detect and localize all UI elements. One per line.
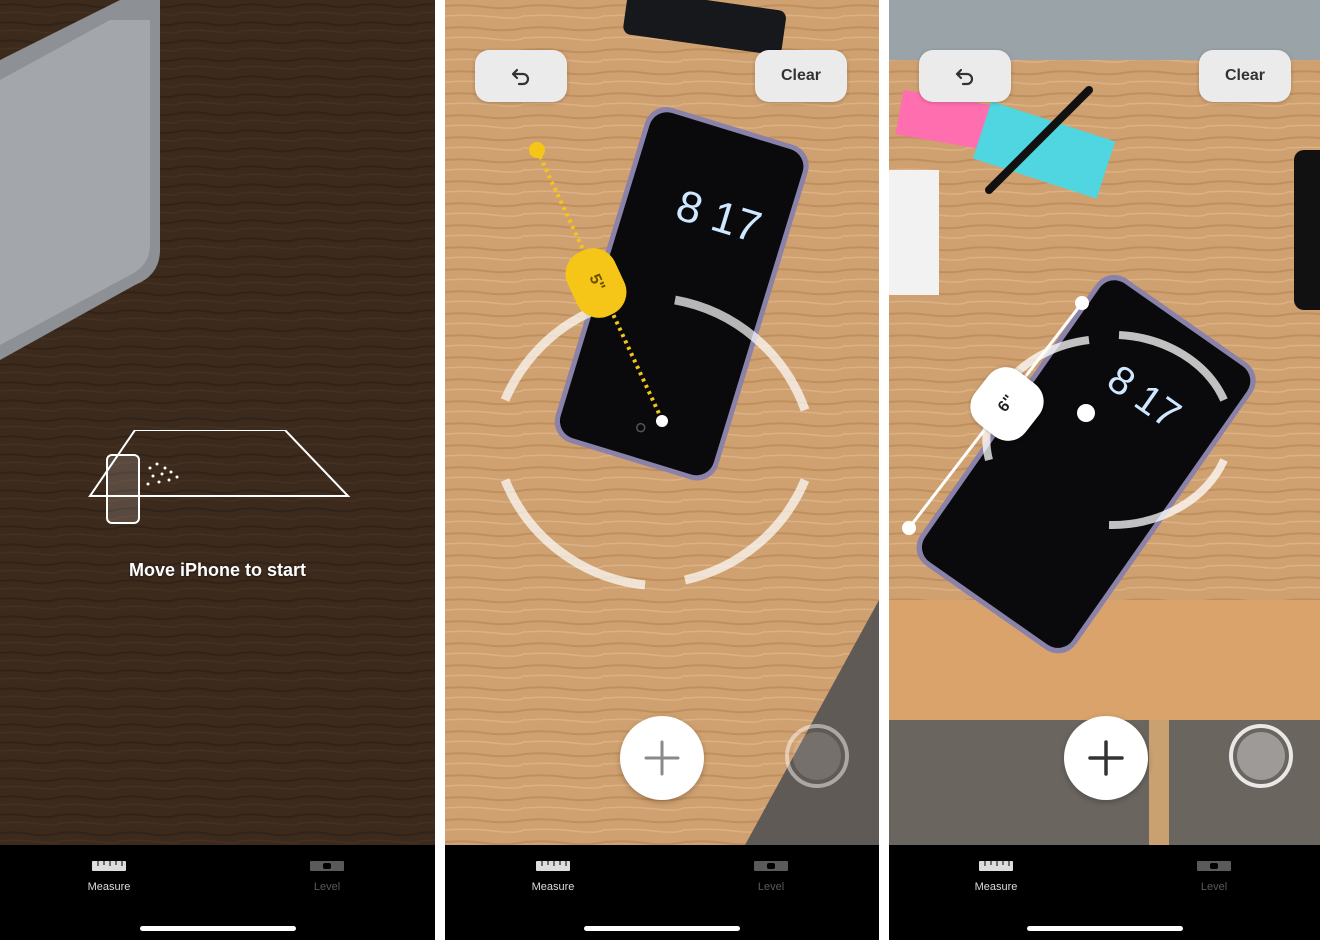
screen-measured: 8 17 6" Clear Measure Level (889, 0, 1320, 940)
iphone-outline-icon (106, 454, 140, 524)
clear-button[interactable]: Clear (1199, 50, 1291, 102)
home-indicator (584, 926, 740, 931)
tab-level[interactable]: Level (726, 861, 816, 895)
tab-level-label: Level (313, 881, 341, 893)
camera-view: 8 17 5" Clear (445, 0, 879, 845)
add-point-button[interactable] (620, 716, 704, 800)
capture-button[interactable] (1229, 724, 1293, 788)
tab-bar: Measure Level (0, 845, 435, 940)
plus-icon (1088, 740, 1124, 776)
tab-measure-label: Measure (87, 881, 131, 893)
level-icon (754, 861, 788, 871)
tab-measure[interactable]: Measure (64, 861, 154, 895)
camera-view: 8 17 6" Clear (889, 0, 1320, 845)
table-edge (889, 600, 1320, 720)
measurement-value: 5" (585, 271, 608, 294)
wood-table-background (0, 0, 435, 845)
tab-measure[interactable]: Measure (508, 861, 598, 895)
level-icon (1197, 861, 1231, 871)
measurement-end-point (656, 415, 668, 427)
tab-level-label: Level (757, 881, 785, 893)
home-indicator (1026, 926, 1183, 931)
screen-measuring: 8 17 5" Clear Measure Level (445, 0, 879, 940)
ruler-icon (92, 861, 126, 871)
undo-button[interactable] (919, 50, 1011, 102)
undo-arrow-icon (955, 68, 974, 86)
measurement-start-point (902, 521, 916, 535)
measurement-start-point (529, 142, 545, 158)
clear-button[interactable]: Clear (755, 50, 847, 102)
notepad (889, 170, 939, 295)
plus-icon (644, 740, 680, 776)
screen-onboarding: Move iPhone to start Measure Level (0, 0, 435, 940)
undo-arrow-icon (511, 68, 530, 86)
ruler-icon (536, 861, 570, 871)
reticle-dot (1077, 404, 1095, 422)
ruler-icon (979, 861, 1013, 871)
tab-measure-label: Measure (974, 881, 1018, 893)
tab-level-label: Level (1200, 881, 1228, 893)
camera-view: Move iPhone to start (0, 0, 435, 845)
tab-measure[interactable]: Measure (951, 861, 1041, 895)
tab-measure-label: Measure (531, 881, 575, 893)
home-indicator (139, 926, 296, 931)
onboarding-hint-text: Move iPhone to start (128, 560, 307, 580)
move-iphone-illustration (88, 430, 351, 524)
tab-bar: Measure Level (889, 845, 1320, 940)
tab-level[interactable]: Level (282, 861, 372, 895)
add-point-button[interactable] (1064, 716, 1148, 800)
capture-button[interactable] (785, 724, 849, 788)
second-phone (1294, 150, 1320, 310)
undo-button[interactable] (475, 50, 567, 102)
tab-bar: Measure Level (445, 845, 879, 940)
measurement-end-point (1075, 296, 1089, 310)
tab-level[interactable]: Level (1169, 861, 1259, 895)
level-icon (310, 861, 344, 871)
measurement-value: 6" (994, 391, 1019, 416)
